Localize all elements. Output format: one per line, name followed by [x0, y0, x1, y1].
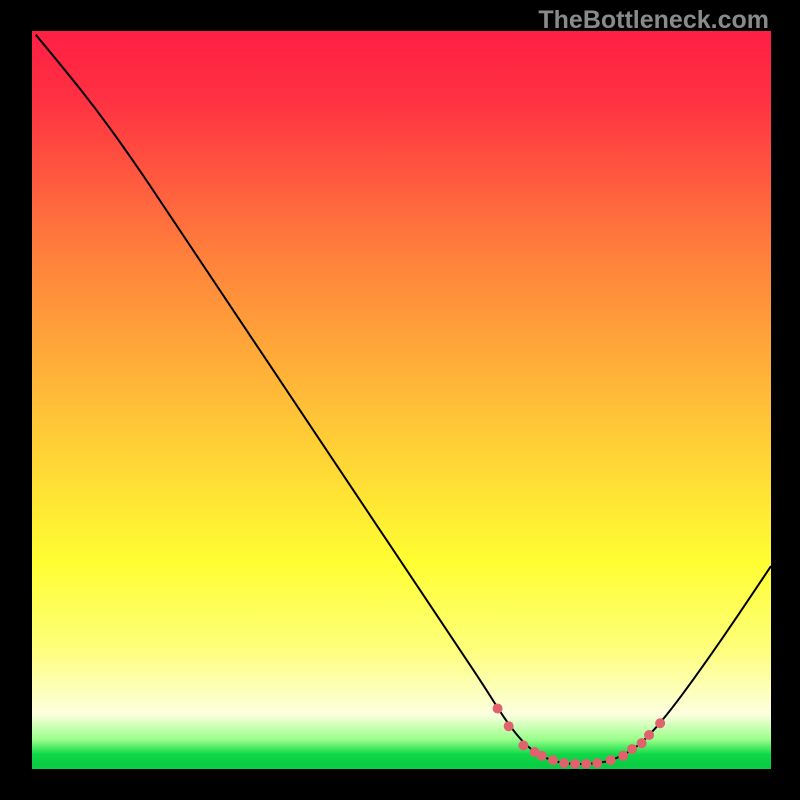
optimum-dot — [581, 759, 591, 769]
optimum-dot — [655, 718, 665, 728]
chart-frame: TheBottleneck.com — [0, 0, 800, 800]
optimum-dot — [606, 755, 616, 765]
optimum-dot — [570, 759, 580, 769]
gradient-background — [32, 31, 771, 769]
optimum-dot — [618, 751, 628, 761]
plot-area — [32, 31, 771, 769]
optimum-dot — [537, 751, 547, 761]
optimum-dot — [548, 755, 558, 765]
optimum-dot — [559, 758, 569, 768]
optimum-dot — [493, 703, 503, 713]
optimum-dot — [637, 738, 647, 748]
optimum-dot — [644, 730, 654, 740]
optimum-dot — [627, 744, 637, 754]
optimum-dot — [504, 721, 514, 731]
watermark-text: TheBottleneck.com — [538, 6, 769, 35]
optimum-dot — [592, 758, 602, 768]
optimum-dot — [518, 740, 528, 750]
